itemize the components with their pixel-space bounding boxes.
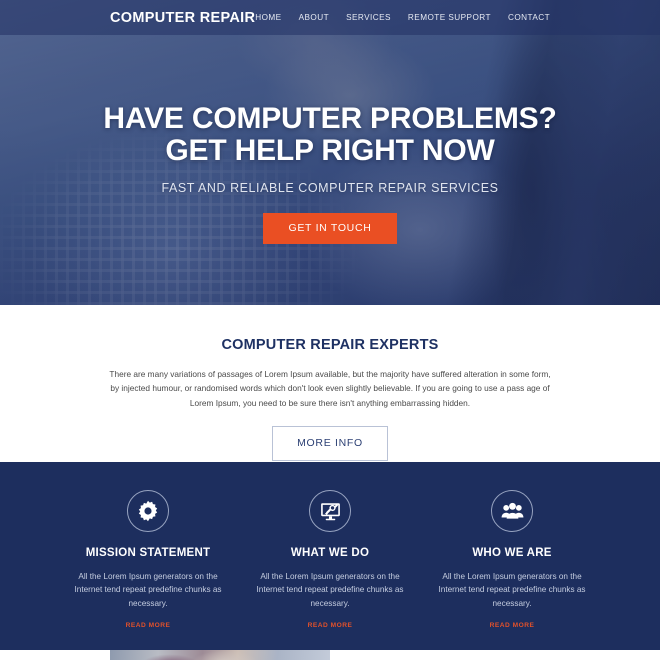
- nav-link-about[interactable]: ABOUT: [299, 13, 329, 22]
- next-section-strip: [0, 650, 660, 660]
- feature-text: All the Lorem Ipsum generators on the In…: [74, 572, 222, 608]
- feature-text: All the Lorem Ipsum generators on the In…: [256, 572, 404, 608]
- nav-link-home[interactable]: HOME: [255, 13, 281, 22]
- feature-text: All the Lorem Ipsum generators on the In…: [438, 572, 586, 608]
- next-section-photo: [110, 650, 330, 660]
- nav-link-services[interactable]: SERVICES: [346, 13, 391, 22]
- hero-headline-line-2: GET HELP RIGHT NOW: [165, 134, 495, 168]
- feature-title: WHO WE ARE: [472, 547, 552, 559]
- hero-subtitle: FAST AND RELIABLE COMPUTER REPAIR SERVIC…: [161, 180, 499, 195]
- more-info-button[interactable]: MORE INFO: [272, 425, 388, 461]
- users-group-icon: [491, 490, 533, 532]
- navbar: COMPUTER REPAIR HOME ABOUT SERVICES REMO…: [0, 0, 660, 35]
- hero-headline-line-1: HAVE COMPUTER PROBLEMS?: [103, 102, 557, 135]
- feature-title: MISSION STATEMENT: [85, 547, 211, 559]
- features-section: MISSION STATEMENT All the Lorem Ipsum ge…: [0, 462, 660, 650]
- hero-section: COMPUTER REPAIR HOME ABOUT SERVICES REMO…: [0, 0, 660, 305]
- gear-icon: [127, 490, 169, 532]
- experts-section: COMPUTER REPAIR EXPERTS There are many v…: [0, 305, 660, 462]
- hero-headline: HAVE COMPUTER PROBLEMS? GET HELP RIGHT N…: [0, 102, 660, 168]
- read-more-link-what-we-do[interactable]: READ MORE: [308, 622, 353, 629]
- page-root: COMPUTER REPAIR HOME ABOUT SERVICES REMO…: [0, 0, 660, 660]
- site-brand[interactable]: COMPUTER REPAIR: [110, 10, 255, 26]
- experts-paragraph: There are many variations of passages of…: [109, 369, 551, 408]
- read-more-link-mission-statement[interactable]: READ MORE: [126, 622, 171, 629]
- nav-link-contact[interactable]: CONTACT: [508, 13, 550, 22]
- nav-link-remote-support[interactable]: REMOTE SUPPORT: [408, 13, 491, 22]
- nav-links: HOME ABOUT SERVICES REMOTE SUPPORT CONTA…: [255, 13, 550, 22]
- get-in-touch-button[interactable]: GET IN TOUCH: [263, 212, 397, 244]
- feature-title: WHAT WE DO: [290, 547, 370, 559]
- feature-card-mission-statement[interactable]: MISSION STATEMENT All the Lorem Ipsum ge…: [72, 490, 224, 650]
- read-more-link-who-we-are[interactable]: READ MORE: [490, 622, 535, 629]
- hero-content: HAVE COMPUTER PROBLEMS? GET HELP RIGHT N…: [0, 102, 660, 244]
- feature-card-who-we-are[interactable]: WHO WE ARE All the Lorem Ipsum generator…: [436, 490, 588, 650]
- experts-heading: COMPUTER REPAIR EXPERTS: [221, 337, 439, 353]
- monitor-tools-icon: [309, 490, 351, 532]
- feature-card-what-we-do[interactable]: WHAT WE DO All the Lorem Ipsum generator…: [254, 490, 406, 650]
